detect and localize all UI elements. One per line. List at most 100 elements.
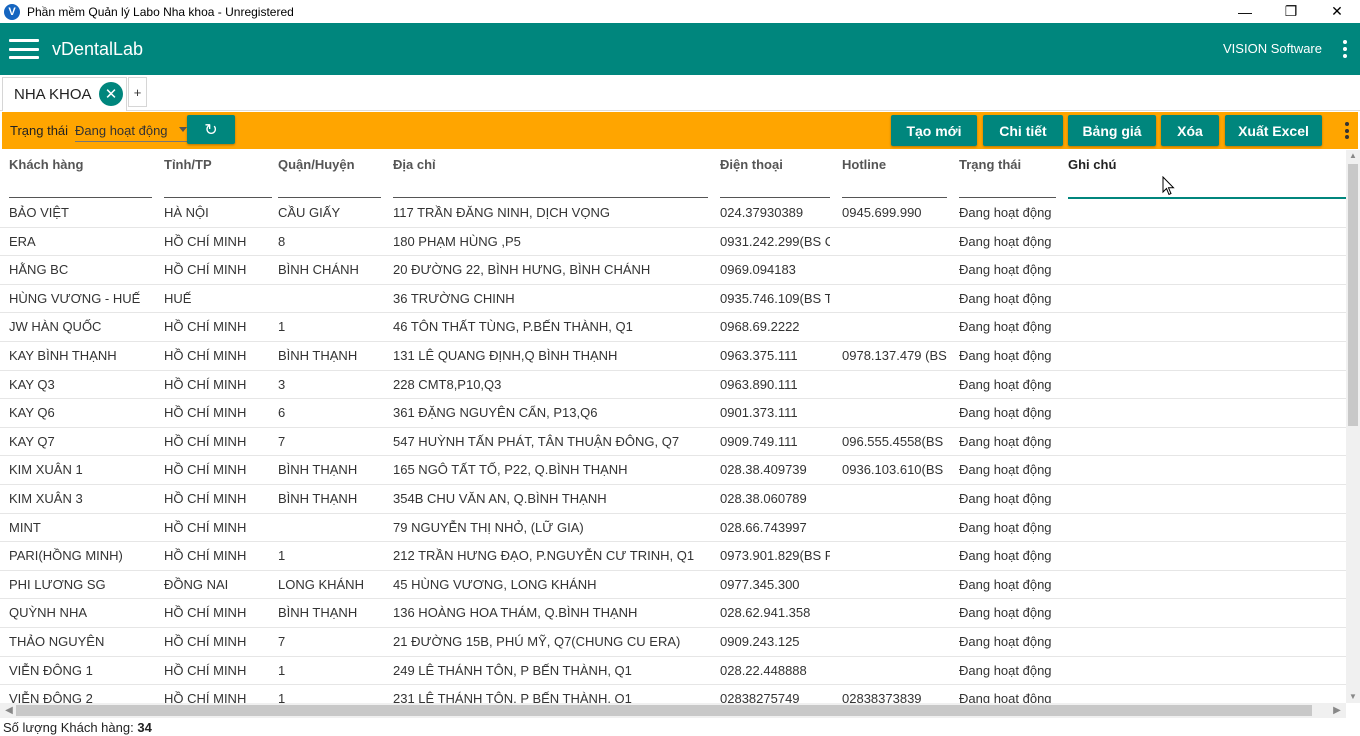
horizontal-scrollbar[interactable]: ◀ ▶ (0, 703, 1346, 718)
table-row[interactable]: QUỲNH NHA HỒ CHÍ MINH BÌNH THẠNH 136 HOÀNG … (0, 599, 1346, 628)
cell-phone: 0973.901.829(BS F (720, 548, 830, 564)
app-brand: vDentalLab (52, 38, 144, 59)
table-row[interactable]: KAY Q6 HỒ CHÍ MINH 6 361 ĐẶNG NGUYÊN CẨN, P… (0, 399, 1346, 428)
cell-note (1068, 485, 1346, 513)
cell-status: Đang hoạt động (959, 262, 1052, 278)
cell-address: 212 TRẦN HƯNG ĐẠO, P.NGUYỄN CƯ TRINH, Q1 (393, 548, 695, 564)
table-row[interactable]: PARI(HỒNG MINH) HỒ CHÍ MINH 1 212 TRẦN HƯNG… (0, 542, 1346, 571)
cell-phone: 0969.094183 (720, 262, 796, 278)
cell-status: Đang hoạt động (959, 319, 1052, 335)
cell-customer: KAY Q7 (9, 433, 55, 449)
tab-nha-khoa[interactable]: NHA KHOA ✕ (2, 77, 127, 111)
cell-province: HỒ CHÍ MINH (164, 548, 247, 564)
table-row[interactable]: BẢO VIỆT HÀ NỘI CẦU GIẤY 117 TRẦN ĐĂNG NINH… (0, 199, 1346, 228)
table-row[interactable]: HẰNG BC HỒ CHÍ MINH BÌNH CHÁNH 20 ĐƯỜNG 22,… (0, 256, 1346, 285)
cell-note (1068, 256, 1346, 284)
table-row[interactable]: PHI LƯƠNG SG ĐỒNG NAI LONG KHÁNH 45 HÙNG VƯ… (0, 571, 1346, 600)
column-header-province[interactable]: Tỉnh/TP (164, 150, 272, 198)
mouse-cursor-icon (1162, 176, 1175, 196)
table-row[interactable]: VIỄN ĐÔNG 2 HỒ CHÍ MINH 1 231 LÊ THÁNH TÔN,… (0, 685, 1346, 703)
column-header-district[interactable]: Quận/Huyện (278, 150, 381, 198)
status-filter-select[interactable]: Đang hoạt động (75, 120, 187, 142)
cell-address: 117 TRẦN ĐĂNG NINH, DỊCH VỌNG (393, 205, 610, 220)
table-row[interactable]: KIM XUÂN 1 HỒ CHÍ MINH BÌNH THẠNH 165 NGÔ T… (0, 456, 1346, 485)
window-titlebar: V Phần mềm Quản lý Labo Nha khoa - Unreg… (0, 0, 1360, 23)
column-header-phone[interactable]: Điện thoại (720, 150, 830, 198)
cell-note (1068, 199, 1346, 227)
column-header-label: Địa chỉ (393, 157, 436, 172)
cell-hotline (842, 285, 947, 313)
scroll-up-icon[interactable]: ▲ (1346, 150, 1360, 162)
cell-customer: KAY Q3 (9, 376, 55, 392)
table-row[interactable]: KAY Q7 HỒ CHÍ MINH 7 547 HUỲNH TẤN PHÁT, TÂ… (0, 428, 1346, 457)
column-header-label: Khách hàng (9, 157, 84, 172)
table-row[interactable]: KAY BÌNH THẠNH HỒ CHÍ MINH BÌNH THẠNH 131 L… (0, 342, 1346, 371)
column-filter-input[interactable] (278, 197, 381, 198)
restore-button[interactable]: ❐ (1268, 0, 1314, 23)
column-filter-input[interactable] (164, 197, 272, 198)
cell-province: ĐỒNG NAI (164, 576, 229, 592)
column-header-address[interactable]: Địa chỉ (393, 150, 708, 198)
table-row[interactable]: MINT HỒ CHÍ MINH 79 NGUYỄN THỊ NHỎ, (LỮ GI… (0, 514, 1346, 543)
cell-customer: THẢO NGUYÊN (9, 634, 105, 649)
column-filter-input[interactable] (9, 197, 152, 198)
scroll-right-icon[interactable]: ▶ (1330, 703, 1344, 718)
column-header-customer[interactable]: Khách hàng (9, 150, 152, 198)
table-row[interactable]: JW HÀN QUỐC HỒ CHÍ MINH 1 46 TÔN THẤT TÙNG,… (0, 313, 1346, 342)
column-filter-input[interactable] (720, 197, 830, 198)
vertical-scrollbar[interactable]: ▲ ▼ (1346, 150, 1360, 703)
cell-hotline: 02838373839 (842, 691, 922, 703)
table-row[interactable]: THẢO NGUYÊN HỒ CHÍ MINH 7 21 ĐƯỜNG 15B, PHÚ… (0, 628, 1346, 657)
table-row[interactable]: HÙNG VƯƠNG - HUẾ HUẾ 36 TRƯỜNG CHINH 0935.7… (0, 285, 1346, 314)
column-filter-input[interactable] (959, 197, 1056, 198)
column-header-note[interactable]: Ghi chú (1068, 150, 1346, 199)
horizontal-scroll-thumb[interactable] (16, 705, 1312, 716)
cell-phone: 028.22.448888 (720, 662, 807, 678)
cell-district: 7 (278, 433, 286, 449)
create-new-button[interactable]: Tạo mới (891, 115, 977, 146)
cell-address: 45 HÙNG VƯƠNG, LONG KHÁNH (393, 576, 597, 592)
cell-district: CẦU GIẤY (278, 205, 341, 220)
table-row[interactable]: VIỄN ĐÔNG 1 HỒ CHÍ MINH 1 249 LÊ THÁNH TÔN,… (0, 657, 1346, 686)
cell-district: BÌNH THẠNH (278, 348, 358, 363)
vertical-scroll-thumb[interactable] (1348, 164, 1358, 426)
export-excel-button[interactable]: Xuất Excel (1225, 115, 1322, 146)
cell-customer: QUỲNH NHA (9, 605, 88, 621)
column-header-label: Tỉnh/TP (164, 157, 212, 172)
price-list-button[interactable]: Bảng giá (1068, 115, 1156, 146)
cell-customer: KIM XUÂN 1 (9, 462, 83, 478)
scroll-left-icon[interactable]: ◀ (2, 703, 16, 718)
column-header-hotline[interactable]: Hotline (842, 150, 947, 198)
table-row[interactable]: KAY Q3 HỒ CHÍ MINH 3 228 CMT8,P10,Q3 0963.89… (0, 371, 1346, 400)
column-filter-input[interactable] (393, 197, 708, 198)
cell-district: 8 (278, 233, 286, 249)
cell-address: 21 ĐƯỜNG 15B, PHÚ MỸ, Q7(CHUNG CU ERA) (393, 634, 681, 649)
column-header-status[interactable]: Trạng thái (959, 150, 1056, 198)
table-row[interactable]: ERA HỒ CHÍ MINH 8 180 PHẠM HÙNG ,P5 0931.242… (0, 228, 1346, 257)
close-window-button[interactable]: ✕ (1314, 0, 1360, 23)
tab-label: NHA KHOA (14, 86, 92, 103)
delete-button[interactable]: Xóa (1161, 115, 1219, 146)
cell-phone: 0963.890.111 (720, 376, 798, 392)
more-options-icon[interactable] (1340, 40, 1350, 58)
close-tab-icon[interactable]: ✕ (99, 82, 123, 106)
cell-customer: MINT (9, 519, 41, 535)
cell-hotline (842, 371, 947, 399)
cell-province: HỒ CHÍ MINH (164, 605, 247, 621)
hamburger-menu-icon[interactable] (9, 39, 39, 59)
refresh-button[interactable]: ↻ (187, 115, 235, 144)
minimize-button[interactable]: — (1222, 0, 1268, 23)
cell-hotline: 096.555.4558(BS I (842, 433, 947, 449)
column-filter-input[interactable] (842, 197, 947, 198)
add-tab-button[interactable]: + (128, 77, 147, 107)
cell-phone: 028.66.743997 (720, 519, 807, 535)
cell-hotline: 0978.137.479 (BS (842, 348, 947, 363)
scroll-down-icon[interactable]: ▼ (1346, 691, 1360, 703)
toolbar-more-icon[interactable] (1344, 122, 1350, 139)
cell-phone: 028.38.060789 (720, 491, 807, 506)
cell-district: 1 (278, 662, 286, 678)
details-button[interactable]: Chi tiết (983, 115, 1063, 146)
cell-province: HỒ CHÍ MINH (164, 405, 247, 421)
table-row[interactable]: KIM XUÂN 3 HỒ CHÍ MINH BÌNH THẠNH 354B CHU … (0, 485, 1346, 514)
cell-status: Đang hoạt động (959, 376, 1052, 392)
